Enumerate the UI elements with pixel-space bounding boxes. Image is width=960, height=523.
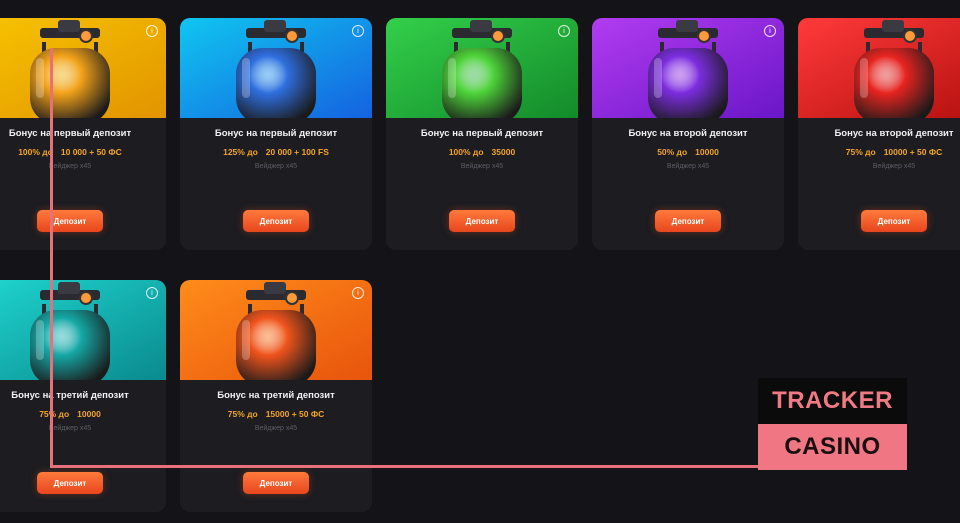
- bonus-percent: 50% до: [657, 147, 688, 157]
- bonus-percent: 75% до: [227, 409, 258, 419]
- bonus-amount: 20 000 + 100 FS: [265, 147, 329, 157]
- bonus-card-image: i: [592, 18, 784, 118]
- bonus-card: i Бонус на первый депозит 100% до 35000 Вейд…: [386, 18, 578, 250]
- deposit-button[interactable]: Депозит: [37, 210, 103, 232]
- info-icon[interactable]: i: [352, 287, 364, 299]
- info-icon[interactable]: i: [764, 25, 776, 37]
- wager-text: Вейджер х45: [48, 425, 92, 432]
- bonus-card: i Бонус на второй депозит 50% до 10000 Вейдж…: [592, 18, 784, 250]
- overlay-line-horizontal: [50, 465, 760, 468]
- bonus-card-image: i: [180, 18, 372, 118]
- bonus-offer: 100% до 10 000 + 50 ФС: [0, 147, 166, 157]
- bonus-card-image: i: [180, 280, 372, 380]
- wager-text: Вейджер х45: [254, 425, 298, 432]
- bonus-amount: 35000: [491, 147, 516, 157]
- bonus-amount: 15000 + 50 ФС: [265, 409, 325, 419]
- bonus-amount: 10000: [695, 147, 719, 157]
- wager-text: Вейджер х45: [48, 163, 92, 170]
- deposit-button[interactable]: Депозит: [449, 210, 515, 232]
- bonus-offer: 50% до 10000: [592, 147, 784, 157]
- bonus-amount: 10 000 + 50 ФС: [60, 147, 122, 157]
- bonus-title: Бонус на третий депозит: [11, 390, 129, 401]
- bonus-offer: 75% до 10000 + 50 ФС: [798, 147, 960, 157]
- bonus-card: i Бонус на первый депозит 125% до 20 000 + …: [180, 18, 372, 250]
- bonus-title: Бонус на первый депозит: [420, 128, 544, 139]
- deposit-button[interactable]: Депозит: [37, 472, 103, 494]
- casino-logo-text: CASINO: [758, 424, 907, 470]
- info-icon[interactable]: i: [558, 25, 570, 37]
- bonus-title: Бонус на первый депозит: [214, 128, 338, 139]
- bonus-card: i Бонус на второй депозит 75% до 10000 + 50…: [798, 18, 960, 250]
- wager-text: Вейджер х45: [460, 163, 504, 170]
- bonus-percent: 75% до: [845, 147, 876, 157]
- wager-text: Вейджер х45: [872, 163, 916, 170]
- bonus-card-image: i: [798, 18, 960, 118]
- bonus-percent: 125% до: [223, 147, 258, 157]
- bonus-card: i Бонус на первый депозит 100% до 10 000 + …: [0, 18, 166, 250]
- bonus-amount: 10000: [77, 409, 101, 419]
- wager-text: Вейджер х45: [666, 163, 710, 170]
- bonus-card-image: i: [0, 280, 166, 380]
- tracker-logo-text: TRACKER: [758, 378, 907, 424]
- bonus-card: i Бонус на третий депозит 75% до 10000 Вейдж…: [0, 280, 166, 512]
- bonus-offer: 75% до 10000: [0, 409, 166, 419]
- bonus-offer: 125% до 20 000 + 100 FS: [180, 147, 372, 157]
- deposit-button[interactable]: Депозит: [861, 210, 927, 232]
- bonus-offer: 75% до 15000 + 50 ФС: [180, 409, 372, 419]
- bonus-percent: 100% до: [18, 147, 53, 157]
- info-icon[interactable]: i: [146, 287, 158, 299]
- bonus-amount: 10000 + 50 ФС: [883, 147, 943, 157]
- deposit-button[interactable]: Депозит: [243, 472, 309, 494]
- info-icon[interactable]: i: [352, 25, 364, 37]
- bonus-percent: 100% до: [448, 147, 484, 157]
- bonus-title: Бонус на второй депозит: [834, 128, 954, 139]
- info-icon[interactable]: i: [146, 25, 158, 37]
- bonus-title: Бонус на третий депозит: [217, 390, 335, 401]
- bonus-card: i Бонус на третий депозит 75% до 15000 + 50…: [180, 280, 372, 512]
- bonus-title: Бонус на второй депозит: [628, 128, 748, 139]
- deposit-button[interactable]: Депозит: [655, 210, 721, 232]
- wager-text: Вейджер х45: [254, 163, 298, 170]
- bonus-card-image: i: [0, 18, 166, 118]
- bonus-offer: 100% до 35000: [386, 147, 578, 157]
- overlay-line-vertical: [50, 48, 53, 468]
- bonus-title: Бонус на первый депозит: [8, 128, 132, 139]
- deposit-button[interactable]: Депозит: [243, 210, 309, 232]
- bonus-percent: 75% до: [39, 409, 70, 419]
- bonus-card-image: i: [386, 18, 578, 118]
